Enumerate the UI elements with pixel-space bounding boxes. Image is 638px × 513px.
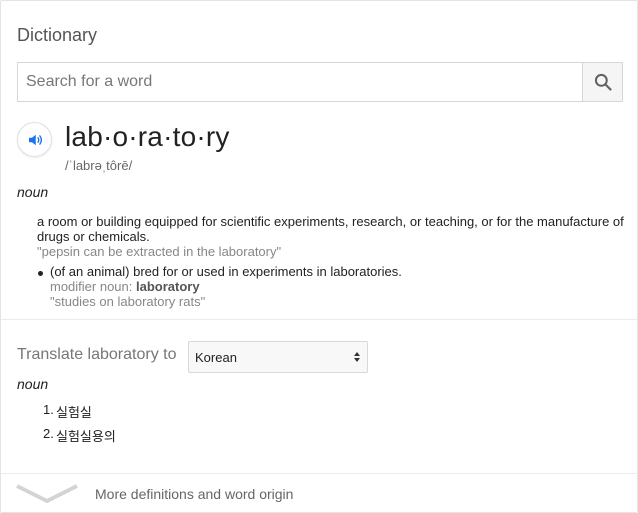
sub-sense-bullet — [38, 271, 43, 276]
translate-label: Translate laboratory to — [17, 346, 177, 363]
select-arrows-icon — [353, 351, 361, 363]
search-icon — [594, 73, 612, 91]
modifier-word: laboratory — [136, 279, 200, 294]
search-input[interactable] — [18, 63, 582, 101]
sub-sense-definition: (of an animal) bred for or used in exper… — [50, 264, 402, 279]
dictionary-card: Dictionary lab·o·ra·to·ry /ˈlabrəˌtôrē/ … — [0, 0, 638, 513]
translation-text: 실험실 — [56, 405, 92, 420]
translation-text: 실험실용의 — [56, 429, 116, 444]
translation-item: 2. 실험실용의 — [43, 426, 116, 450]
footer-divider — [1, 473, 638, 474]
translation-list: 1. 실험실 2. 실험실용의 — [43, 402, 116, 450]
sub-sense-example: "studies on laboratory rats" — [50, 294, 206, 309]
more-definitions-label: More definitions and word origin — [95, 486, 294, 502]
translation-part-of-speech: noun — [17, 376, 49, 392]
modifier-note: modifier noun: laboratory — [50, 279, 200, 294]
more-definitions-button[interactable]: More definitions and word origin — [15, 481, 615, 507]
translation-item: 1. 실험실 — [43, 402, 116, 426]
definition-example: "pepsin can be extracted in the laborato… — [37, 244, 282, 259]
definition-text: a room or building equipped for scientif… — [37, 214, 624, 244]
headword: lab·o·ra·to·ry — [65, 121, 230, 152]
search-button[interactable] — [582, 63, 622, 101]
translation-number: 1. — [43, 402, 54, 417]
language-select-value: Korean — [195, 349, 237, 365]
part-of-speech: noun — [17, 184, 49, 200]
speaker-icon — [28, 134, 42, 145]
modifier-prefix: modifier noun: — [50, 279, 136, 294]
translation-number: 2. — [43, 426, 54, 441]
language-select[interactable]: Korean — [188, 341, 368, 373]
pronunciation-button[interactable] — [17, 122, 52, 157]
phonetic-spelling: /ˈlabrəˌtôrē/ — [65, 158, 133, 173]
search-box — [17, 62, 623, 102]
section-divider — [1, 319, 638, 320]
chevron-down-icon — [16, 484, 78, 503]
card-title: Dictionary — [17, 25, 98, 45]
